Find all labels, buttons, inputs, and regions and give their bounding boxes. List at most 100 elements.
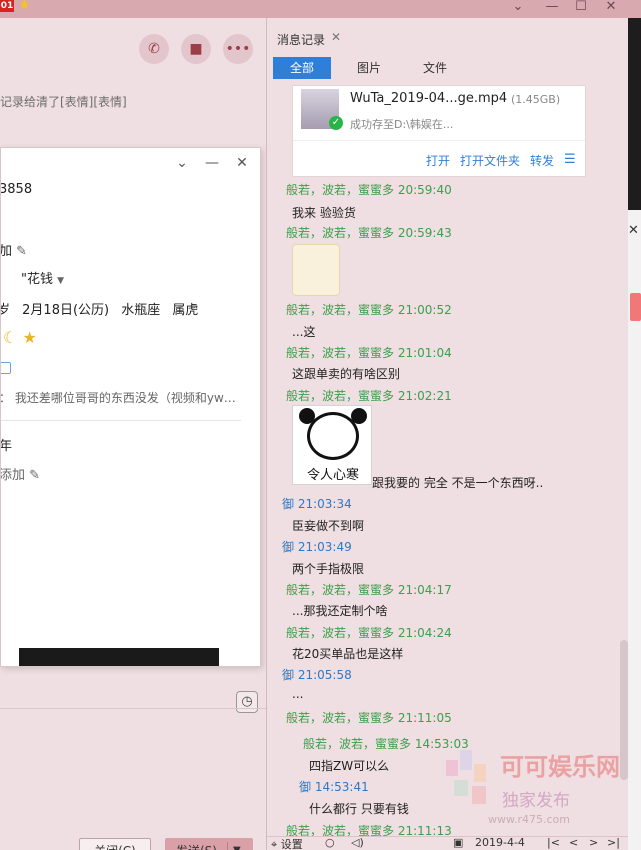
- file-message: ✓ WuTa_2019-04...ge.mp4 (1.45GB) 成功存至D:\…: [292, 85, 586, 177]
- subtab-files[interactable]: 文件: [415, 57, 455, 79]
- background-window-button: [630, 293, 641, 321]
- file-divider: [293, 140, 585, 141]
- message-text: ...这: [292, 325, 316, 339]
- location-icon: ⌖: [271, 838, 278, 850]
- phone-icon: ✆: [148, 41, 160, 57]
- message-text: 我来 验验货: [292, 206, 356, 220]
- menu-icon[interactable]: ☰: [564, 152, 576, 167]
- send-button-divider: [227, 842, 228, 850]
- message-header: 般若，波若，蜜蜜多 21:11:05: [286, 711, 452, 725]
- panda-face: [307, 412, 359, 460]
- prev-page-icon[interactable]: <: [569, 836, 578, 849]
- next-page-icon[interactable]: >: [589, 836, 598, 849]
- signature: 我还差哪位哥哥的东西没发（视频和yw…: [14, 391, 236, 405]
- message-header: 般若，波若，蜜蜜多 21:04:17: [286, 583, 452, 597]
- maximize-icon[interactable]: ☐: [571, 0, 591, 16]
- message-text: ...那我还定制个啥: [292, 604, 388, 618]
- group-dropdown-label: "花钱: [21, 272, 53, 287]
- settings-link[interactable]: ⌖ 设置: [271, 836, 303, 850]
- profile-card: ⌄ — ✕ 3858 加 ✎ "花钱 ▼ 岁 2月18日(公历) 水瓶座 属虎 …: [0, 147, 261, 667]
- date-field[interactable]: 2019-4-4: [475, 836, 525, 849]
- star-icon: ★: [18, 0, 31, 13]
- subtab-images[interactable]: 图片: [349, 57, 389, 79]
- video-call-button[interactable]: ■: [181, 34, 211, 64]
- input-divider: [0, 708, 266, 709]
- message-text: 臣妾做不到啊: [292, 519, 365, 533]
- photo-strip: [19, 648, 219, 666]
- notification-badge: 01: [0, 0, 14, 12]
- level-icons: ☾ ★: [3, 328, 37, 347]
- close-icon[interactable]: ✕: [233, 154, 251, 172]
- title-bar: 01 ★ ⌄ — ☐ ✕: [0, 0, 641, 18]
- checkbox[interactable]: [1, 362, 11, 374]
- last-page-icon[interactable]: >|: [607, 836, 620, 849]
- chevron-down-icon[interactable]: ⌄: [508, 0, 528, 16]
- sticker-image[interactable]: [292, 244, 340, 296]
- video-camera-icon: ■: [189, 41, 203, 57]
- tab-message-record[interactable]: 消息记录: [277, 31, 325, 48]
- open-file-link[interactable]: 打开: [426, 152, 450, 169]
- sticker-caption: 令人心寒: [306, 468, 359, 483]
- message-text: 花20买单品也是这样: [292, 647, 404, 661]
- star-icon: ★: [22, 328, 37, 347]
- account-number: 3858: [0, 182, 33, 197]
- caret-down-icon: ▼: [57, 276, 65, 286]
- search-icon[interactable]: ○: [325, 836, 335, 849]
- message-text: 两个手指极限: [292, 562, 365, 576]
- first-page-icon[interactable]: |<: [547, 836, 560, 849]
- message-header: 御 14:53:41: [299, 780, 369, 794]
- message-text: 跟我要的 完全 不是一个东西呀..: [372, 476, 544, 490]
- message-header: 般若，波若，蜜蜜多 20:59:40: [286, 183, 452, 197]
- more-dots-icon: •••: [225, 41, 251, 57]
- panda-sticker-image[interactable]: 令人心寒: [292, 405, 372, 485]
- voice-call-button[interactable]: ✆: [139, 34, 169, 64]
- minimize-icon[interactable]: —: [542, 0, 562, 16]
- message-header: 般若，波若，蜜蜜多 21:04:24: [286, 626, 452, 640]
- birthday-row: 岁 2月18日(公历) 水瓶座 属虎: [1, 299, 199, 318]
- message-header: 般若，波若，蜜蜜多 21:00:52: [286, 303, 452, 317]
- send-button[interactable]: 发送(S) ▼: [165, 838, 253, 850]
- close-icon[interactable]: ✕: [628, 224, 641, 238]
- signature-row: ： 我还差哪位哥哥的东西没发（视频和yw…: [0, 389, 236, 406]
- file-size: (1.45GB): [511, 93, 561, 106]
- calendar-icon[interactable]: ▣: [453, 836, 463, 849]
- chevron-down-icon[interactable]: ⌄: [173, 154, 191, 172]
- close-icon[interactable]: ✕: [331, 30, 341, 44]
- add-link[interactable]: 添加 ✎: [1, 464, 40, 483]
- settings-label: 设置: [280, 838, 303, 850]
- message-header: 御 21:05:58: [282, 668, 352, 682]
- message-header: 般若，波若，蜜蜜多 21:01:04: [286, 346, 452, 360]
- forward-link[interactable]: 转发: [530, 152, 554, 169]
- check-icon: ✓: [329, 116, 343, 130]
- signature-colon: ：: [0, 391, 12, 405]
- send-button-label: 发送(S): [176, 838, 217, 850]
- message-header: 御 21:03:49: [282, 540, 352, 554]
- message-header: 御 21:03:34: [282, 497, 352, 511]
- message-text: ...: [292, 687, 304, 701]
- chat-history-line: 记录给清了[表情][表情]: [0, 95, 127, 109]
- record-footer: ⌖ 设置 ○ ◁) ▣ 2019-4-4 |< < > >|: [267, 836, 629, 850]
- close-icon[interactable]: ✕: [601, 0, 621, 16]
- subtab-all[interactable]: 全部: [273, 57, 331, 79]
- more-button[interactable]: •••: [223, 34, 253, 64]
- file-name: WuTa_2019-04...ge.mp4: [350, 91, 508, 106]
- age-glyph: 岁: [1, 303, 10, 318]
- clock-icon[interactable]: ◷: [236, 691, 258, 713]
- add-remark-link[interactable]: 加 ✎: [0, 240, 28, 259]
- chevron-down-icon[interactable]: ▼: [233, 838, 241, 850]
- zodiac: 水瓶座: [121, 303, 161, 318]
- close-button[interactable]: 关闭(C): [79, 838, 151, 850]
- message-header: 般若，波若，蜜蜜多 14:53:03: [303, 737, 469, 751]
- card-divider: [1, 420, 241, 421]
- message-header: 般若，波若，蜜蜜多 20:59:43: [286, 226, 452, 240]
- chinese-zodiac: 属虎: [172, 303, 199, 318]
- group-dropdown[interactable]: "花钱 ▼: [21, 268, 64, 287]
- open-folder-link[interactable]: 打开文件夹: [460, 152, 520, 169]
- scrollbar[interactable]: [620, 640, 628, 780]
- speaker-icon[interactable]: ◁): [351, 836, 364, 849]
- minimize-icon[interactable]: —: [203, 154, 221, 172]
- edit-icon: ✎: [16, 244, 28, 259]
- year-label: 年: [0, 439, 13, 454]
- add-label: 加: [0, 244, 13, 259]
- file-status: 成功存至D:\韩娱在...: [350, 118, 454, 131]
